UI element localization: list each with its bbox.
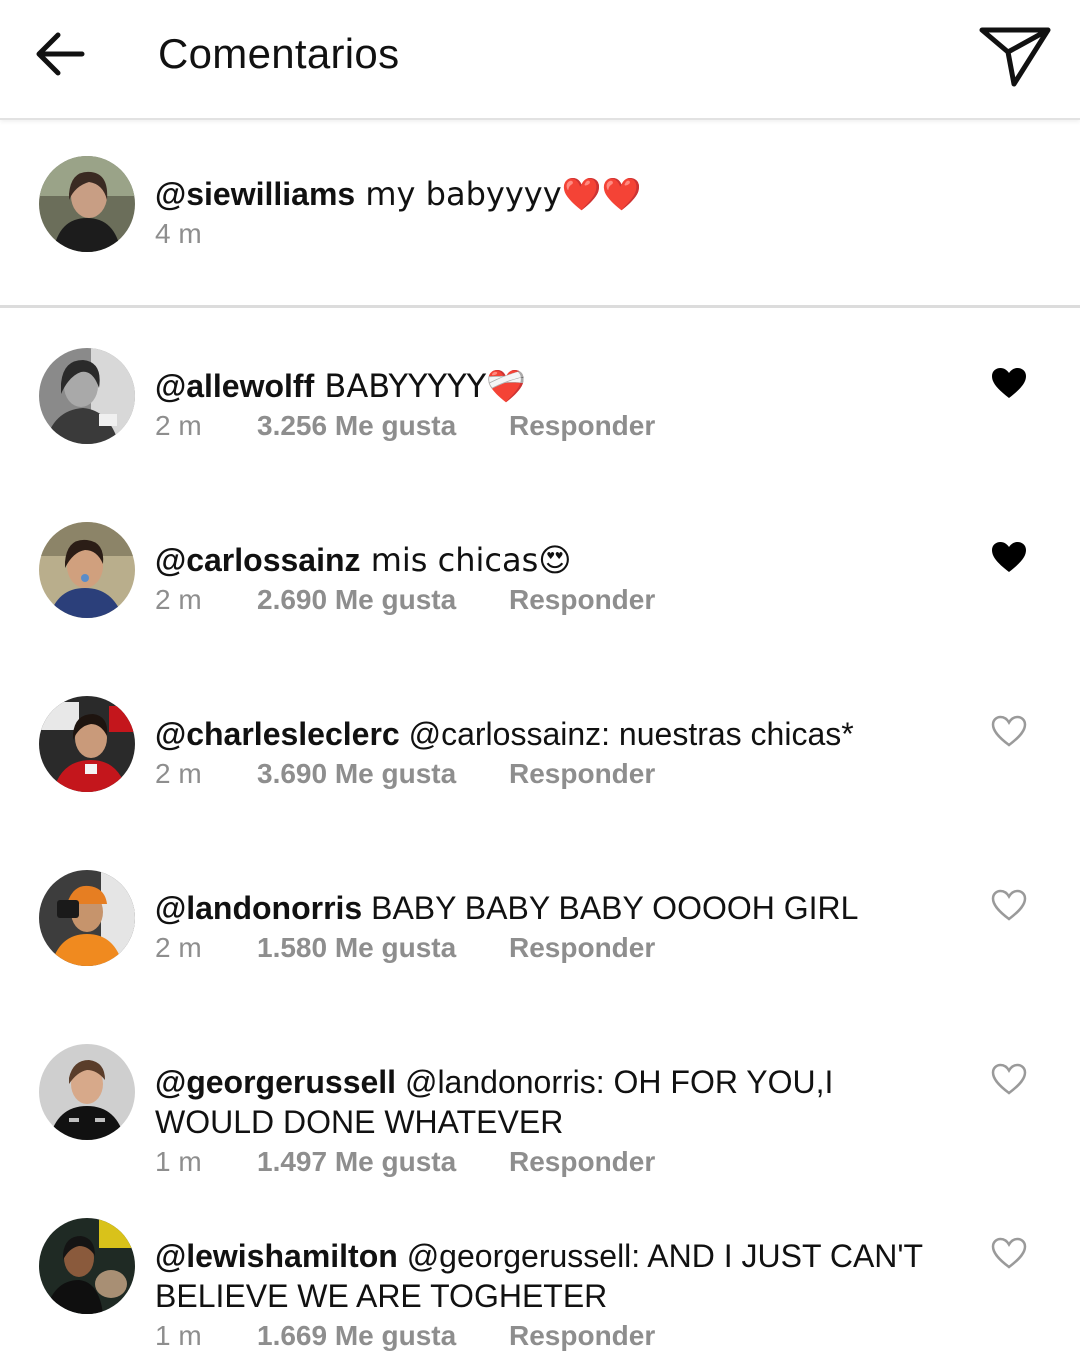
comment-meta: 2 m 3.690 Me gusta Responder: [155, 756, 955, 792]
top-bar: Comentarios: [0, 0, 1080, 120]
comment-username[interactable]: @charlesleclerc: [155, 716, 400, 752]
comment-username[interactable]: @georgerussell: [155, 1064, 396, 1100]
heart-outline-icon[interactable]: [990, 1236, 1028, 1270]
reply-button[interactable]: Responder: [509, 756, 655, 792]
comment-text-line: @allewolff BABYYYYY❤️‍🩹: [155, 366, 955, 406]
comment-text: @carlossainz: nuestras chicas*: [399, 716, 854, 752]
reply-button[interactable]: Responder: [509, 582, 655, 618]
page-title: Comentarios: [158, 30, 400, 77]
reply-button[interactable]: Responder: [509, 1144, 655, 1180]
comment-text: mis chicas😍: [360, 541, 572, 579]
comment-text: BABY BABY BABY OOOOH GIRL: [362, 890, 859, 926]
reply-button[interactable]: Responder: [509, 1318, 655, 1354]
comment-time: 2 m: [155, 584, 202, 615]
comment-meta: 4 m: [155, 216, 955, 252]
comment-meta: 1 m 1.497 Me gusta Responder: [155, 1144, 955, 1180]
avatar[interactable]: [39, 348, 135, 444]
avatar[interactable]: [39, 1218, 135, 1314]
heart-outline-icon[interactable]: [990, 1062, 1028, 1096]
reply-button[interactable]: Responder: [509, 930, 655, 966]
comment-text: BABYYYYY❤️‍🩹: [314, 367, 527, 405]
paper-plane-icon[interactable]: [976, 22, 1056, 92]
like-count[interactable]: 1.669 Me gusta: [257, 1318, 509, 1354]
comment-time: 1 m: [155, 1146, 202, 1177]
comment-username[interactable]: @carlossainz: [155, 542, 361, 578]
heart-outline-icon[interactable]: [990, 714, 1028, 748]
comment-time: 2 m: [155, 932, 202, 963]
like-count[interactable]: 3.256 Me gusta: [257, 408, 509, 444]
comment-text: my babyyyy❤️❤️: [355, 175, 642, 213]
avatar[interactable]: [39, 696, 135, 792]
like-count[interactable]: 2.690 Me gusta: [257, 582, 509, 618]
post-caption: @siewilliams my babyyyy❤️❤️ 4 m: [0, 120, 1080, 306]
avatar[interactable]: [39, 156, 135, 252]
like-count[interactable]: 3.690 Me gusta: [257, 756, 509, 792]
caption-text: @siewilliams my babyyyy❤️❤️: [155, 174, 955, 214]
comment-username[interactable]: @allewolff: [155, 368, 314, 404]
comment-meta: 2 m 2.690 Me gusta Responder: [155, 582, 955, 618]
heart-filled-icon[interactable]: [990, 366, 1028, 400]
comment-username[interactable]: @siewilliams: [155, 176, 355, 212]
comment-meta: 2 m 1.580 Me gusta Responder: [155, 930, 955, 966]
avatar[interactable]: [39, 870, 135, 966]
arrow-left-icon[interactable]: [30, 24, 90, 84]
comment-time: 2 m: [155, 758, 202, 789]
comment-username[interactable]: @landonorris: [155, 890, 362, 926]
comment-text-line: @georgerussell @landonorris: OH FOR YOU,…: [155, 1062, 955, 1142]
like-count[interactable]: 1.580 Me gusta: [257, 930, 509, 966]
avatar[interactable]: [39, 522, 135, 618]
heart-outline-icon[interactable]: [990, 888, 1028, 922]
reply-button[interactable]: Responder: [509, 408, 655, 444]
like-count[interactable]: 1.497 Me gusta: [257, 1144, 509, 1180]
divider: [0, 305, 1080, 308]
comment-username[interactable]: @lewishamilton: [155, 1238, 398, 1274]
comment-text-line: @lewishamilton @georgerussell: AND I JUS…: [155, 1236, 955, 1316]
comment-meta: 2 m 3.256 Me gusta Responder: [155, 408, 955, 444]
comment-time: 4 m: [155, 218, 202, 249]
comment-text-line: @landonorris BABY BABY BABY OOOOH GIRL: [155, 888, 955, 928]
comment-text-line: @carlossainz mis chicas😍: [155, 540, 955, 580]
avatar[interactable]: [39, 1044, 135, 1140]
comment-time: 1 m: [155, 1320, 202, 1351]
heart-filled-icon[interactable]: [990, 540, 1028, 574]
comment-time: 2 m: [155, 410, 202, 441]
comment-text-line: @charlesleclerc @carlossainz: nuestras c…: [155, 714, 955, 754]
comment-meta: 1 m 1.669 Me gusta Responder: [155, 1318, 955, 1354]
